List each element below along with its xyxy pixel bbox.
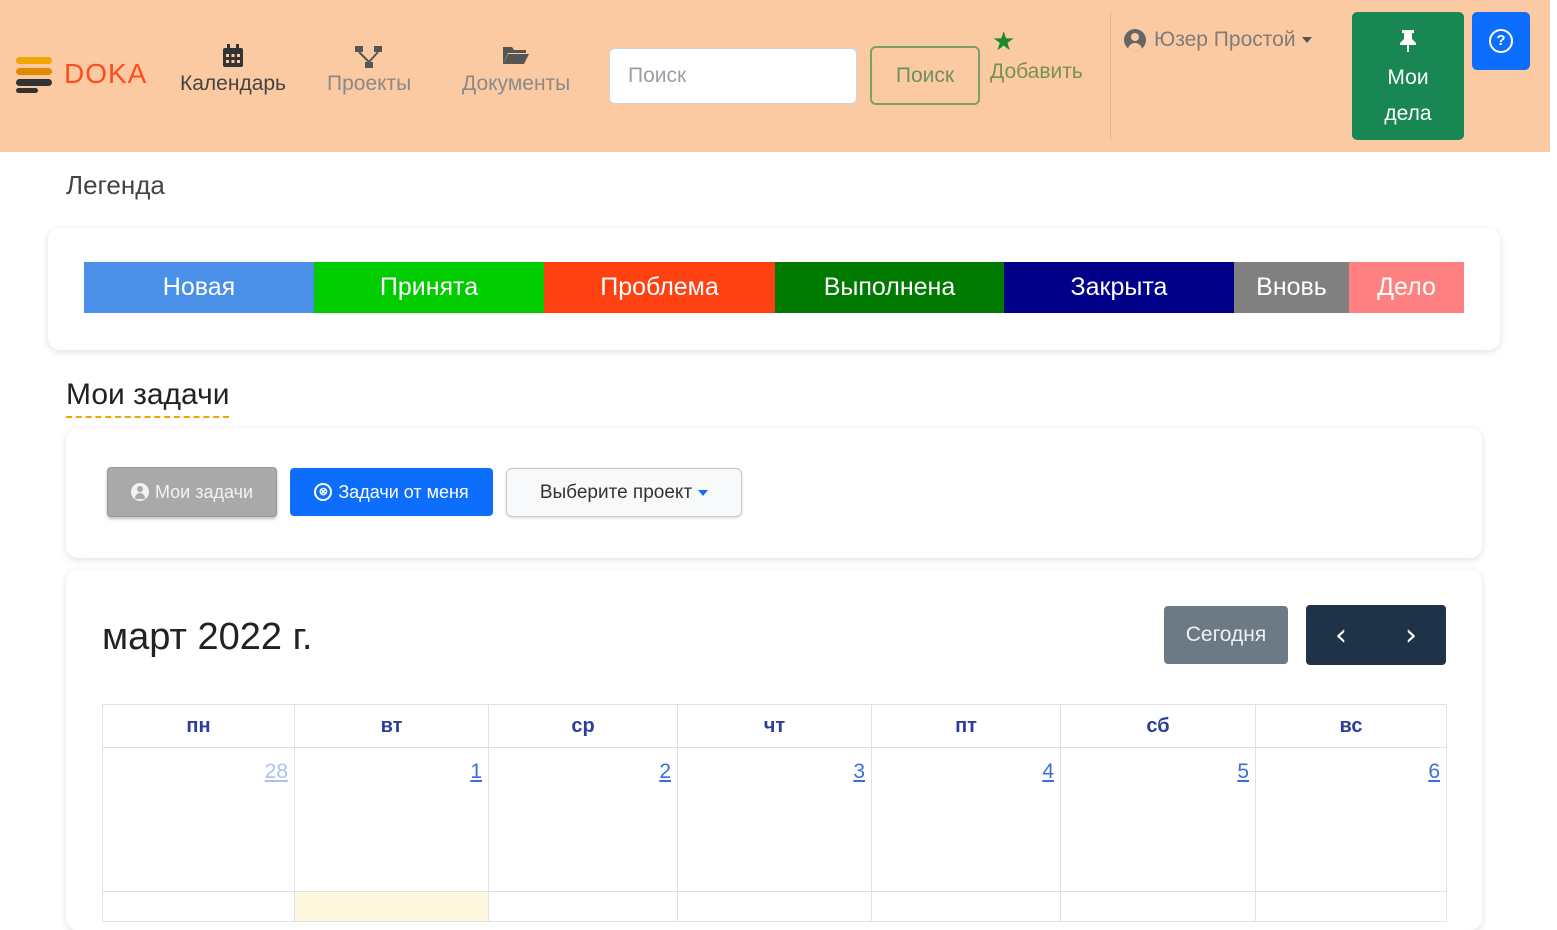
day-number[interactable]: 4 [1042, 760, 1054, 784]
pin-icon [1358, 29, 1458, 60]
day-cell[interactable]: 28 [103, 748, 295, 892]
week-row: 28 1 2 3 4 5 6 [103, 748, 1447, 892]
day-cell[interactable] [872, 892, 1061, 922]
select-project-dropdown[interactable]: Выберите проект [506, 468, 742, 517]
weekday-tue: вт [295, 705, 489, 748]
prev-month-button[interactable]: ‹ [1306, 605, 1376, 665]
tasks-filter-card: Мои задачи ⊗ Задачи от меня Выберите про… [66, 428, 1482, 558]
day-cell[interactable] [1256, 892, 1447, 922]
tasks-from-me-button[interactable]: ⊗ Задачи от меня [290, 468, 493, 516]
weekday-sun: вс [1256, 705, 1447, 748]
folder-open-icon [462, 44, 570, 70]
search-button[interactable]: Поиск [870, 46, 980, 105]
day-cell[interactable]: 1 [295, 748, 489, 892]
my-deals-button[interactable]: Мои дела [1352, 12, 1464, 140]
legend-item-closed: Закрыта [1004, 262, 1234, 313]
legend-item-reopened: Вновь [1234, 262, 1349, 313]
caret-down-icon [698, 489, 709, 496]
today-button[interactable]: Сегодня [1164, 606, 1288, 664]
day-cell[interactable] [103, 892, 295, 922]
day-cell[interactable]: 6 [1256, 748, 1447, 892]
day-number[interactable]: 1 [470, 760, 482, 784]
help-button[interactable]: ? [1472, 12, 1530, 70]
sitemap-icon [327, 44, 411, 70]
week-row [103, 892, 1447, 922]
question-circle-icon: ? [1489, 29, 1513, 53]
day-number[interactable]: 5 [1237, 760, 1249, 784]
day-cell[interactable]: 5 [1061, 748, 1256, 892]
calendar-title: март 2022 г. [102, 616, 313, 658]
user-circle-icon [130, 483, 149, 501]
tasks-from-me-label: Задачи от меня [338, 481, 469, 502]
user-circle-icon [1124, 29, 1146, 51]
weekday-sat: сб [1061, 705, 1256, 748]
brand[interactable]: DOKA [16, 54, 147, 94]
day-cell[interactable] [1061, 892, 1256, 922]
my-deals-line2: дела [1384, 102, 1432, 125]
user-name: Юзер Простой [1154, 28, 1296, 51]
day-cell[interactable]: 4 [872, 748, 1061, 892]
day-cell[interactable]: 3 [678, 748, 872, 892]
day-cell[interactable] [489, 892, 678, 922]
circle-user-icon: ⊗ [314, 483, 333, 501]
day-number[interactable]: 6 [1428, 760, 1440, 784]
doka-logo-icon [16, 54, 54, 94]
add-label: Добавить [990, 60, 1083, 83]
nav-documents-label: Документы [462, 72, 571, 95]
weekday-wed: ср [489, 705, 678, 748]
nav-calendar-label: Календарь [180, 72, 286, 95]
day-number[interactable]: 28 [265, 760, 288, 784]
user-menu-dropdown[interactable]: Юзер Простой [1124, 28, 1312, 52]
nav-projects[interactable]: Проекты [327, 44, 411, 96]
brand-name: DOKA [64, 58, 148, 89]
calendar-grid: пн вт ср чт пт сб вс 28 1 2 3 4 5 6 [102, 704, 1447, 922]
calendar-card: март 2022 г. Сегодня ‹ › пн вт ср чт пт … [66, 570, 1482, 930]
weekday-mon: пн [103, 705, 295, 748]
weekday-fri: пт [872, 705, 1061, 748]
legend-item-new: Новая [84, 262, 314, 313]
legend-title: Легенда [66, 170, 165, 200]
nav-projects-label: Проекты [327, 72, 412, 95]
next-month-button[interactable]: › [1376, 605, 1446, 665]
navbar-divider [1110, 12, 1111, 140]
day-cell[interactable] [678, 892, 872, 922]
search-input[interactable] [609, 48, 857, 104]
legend-item-accepted: Принята [314, 262, 544, 313]
my-deals-line1: Мои [1387, 66, 1429, 89]
calendar-nav-group: ‹ › [1306, 605, 1446, 665]
nav-documents[interactable]: Документы [462, 44, 570, 96]
calendar-icon [180, 44, 286, 70]
top-navbar: DOKA Календарь Проекты Документы Поиск ★… [0, 0, 1550, 152]
legend-item-done: Выполнена [775, 262, 1004, 313]
legend-card: Новая Принята Проблема Выполнена Закрыта… [48, 228, 1500, 350]
legend-item-problem: Проблема [544, 262, 775, 313]
weekday-header-row: пн вт ср чт пт сб вс [103, 705, 1447, 748]
my-tasks-label: Мои задачи [154, 481, 254, 502]
day-number[interactable]: 2 [659, 760, 671, 784]
day-number[interactable]: 3 [853, 760, 865, 784]
legend-bar: Новая Принята Проблема Выполнена Закрыта… [84, 262, 1464, 313]
caret-down-icon [1301, 37, 1312, 43]
my-tasks-button[interactable]: Мои задачи [107, 467, 277, 517]
select-project-label: Выберите проект [539, 481, 693, 503]
day-cell[interactable]: 2 [489, 748, 678, 892]
day-cell-today[interactable] [295, 892, 489, 922]
weekday-thu: чт [678, 705, 872, 748]
star-icon: ★ [992, 26, 1016, 56]
legend-item-deal: Дело [1349, 262, 1464, 313]
tasks-title: Мои задачи [66, 378, 230, 418]
add-link[interactable]: ★ Добавить [990, 28, 1083, 84]
nav-calendar[interactable]: Календарь [180, 44, 286, 96]
